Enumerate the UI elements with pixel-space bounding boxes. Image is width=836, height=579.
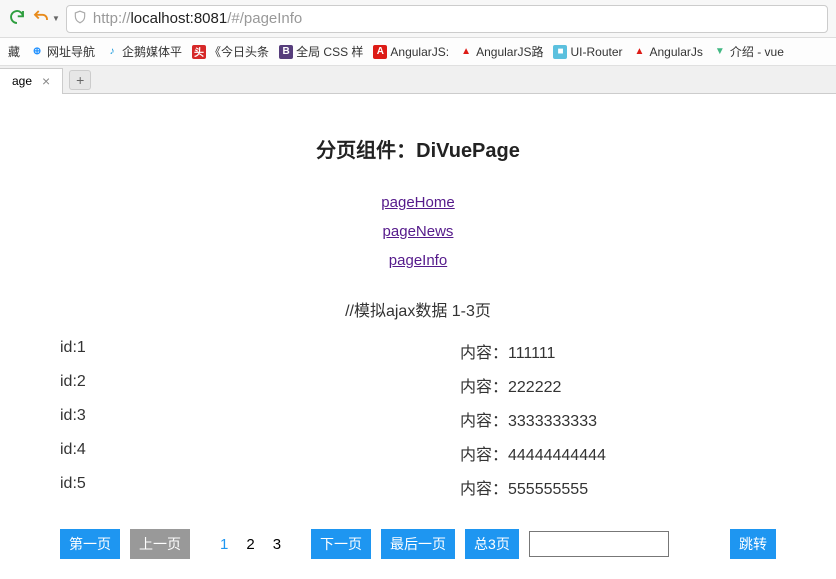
row-content: 内容：222222 xyxy=(460,373,561,397)
angular-icon: A xyxy=(373,45,387,59)
tab-bar: age × + xyxy=(0,66,836,94)
bookmark-item[interactable]: 头《今日头条 xyxy=(192,43,269,60)
data-row: id:3内容：3333333333 xyxy=(60,407,776,431)
browser-tab[interactable]: age × xyxy=(0,68,63,94)
toutiao-icon: 头 xyxy=(192,45,206,59)
bootstrap-icon: B xyxy=(279,45,293,59)
go-button[interactable]: 跳转 xyxy=(730,529,776,559)
data-row: id:5内容：555555555 xyxy=(60,475,776,499)
bookmark-item[interactable]: ▲AngularJS路 xyxy=(459,43,543,60)
row-id: id:5 xyxy=(60,475,460,499)
reload-icon[interactable] xyxy=(8,8,26,29)
uirouter-icon: ■ xyxy=(553,45,567,59)
penguin-icon: ♪ xyxy=(105,45,119,59)
subtitle: //模拟ajax数据 1-3页 xyxy=(60,297,776,321)
bookmark-item[interactable]: ⊕网址导航 xyxy=(30,43,95,60)
vue-icon: ▼ xyxy=(713,45,727,59)
link-pagenews[interactable]: pageNews xyxy=(383,223,454,240)
shield-icon xyxy=(73,10,87,27)
bookmark-item[interactable]: ♪企鹅媒体平 xyxy=(105,43,182,60)
page-number-2[interactable]: 2 xyxy=(246,536,254,553)
angular-icon: ▲ xyxy=(459,45,473,59)
row-id: id:1 xyxy=(60,339,460,363)
page-number-3[interactable]: 3 xyxy=(273,536,281,553)
next-page-button[interactable]: 下一页 xyxy=(311,529,371,559)
browser-toolbar: ▼ http://localhost:8081/#/pageInfo xyxy=(0,0,836,38)
page-content: 分页组件：DiVuePage pageHome pageNews pageInf… xyxy=(0,94,836,559)
data-row: id:1内容：111111 xyxy=(60,339,776,363)
data-row: id:4内容：44444444444 xyxy=(60,441,776,465)
row-content: 内容：111111 xyxy=(460,339,555,363)
bookmark-item[interactable]: 藏 xyxy=(8,43,20,60)
page-input[interactable] xyxy=(529,531,669,557)
bookmark-item[interactable]: ▲AngularJs xyxy=(633,45,703,59)
prev-page-button[interactable]: 上一页 xyxy=(130,529,190,559)
new-tab-button[interactable]: + xyxy=(69,70,91,90)
pagination: 第一页 上一页 1 2 3 下一页 最后一页 总3页 跳转 xyxy=(60,529,776,559)
url-text: http://localhost:8081/#/pageInfo xyxy=(93,10,302,27)
bookmark-bar: 藏 ⊕网址导航 ♪企鹅媒体平 头《今日头条 B全局 CSS 样 AAngular… xyxy=(0,38,836,66)
row-content: 内容：555555555 xyxy=(460,475,588,499)
row-id: id:3 xyxy=(60,407,460,431)
row-content: 内容：3333333333 xyxy=(460,407,597,431)
close-icon[interactable]: × xyxy=(42,73,50,89)
angular-icon: ▲ xyxy=(633,45,647,59)
bookmark-item[interactable]: ▼介绍 - vue xyxy=(713,43,784,60)
last-page-button[interactable]: 最后一页 xyxy=(381,529,455,559)
tab-label: age xyxy=(12,74,32,88)
nav-links: pageHome pageNews pageInfo xyxy=(60,188,776,275)
globe-icon: ⊕ xyxy=(30,45,44,59)
page-number-1[interactable]: 1 xyxy=(220,536,228,553)
undo-icon[interactable] xyxy=(32,8,50,29)
link-pagehome[interactable]: pageHome xyxy=(381,194,454,211)
row-id: id:2 xyxy=(60,373,460,397)
row-id: id:4 xyxy=(60,441,460,465)
bookmark-item[interactable]: AAngularJS: xyxy=(373,45,449,59)
dropdown-icon[interactable]: ▼ xyxy=(52,14,60,23)
page-numbers: 1 2 3 xyxy=(220,536,281,553)
row-content: 内容：44444444444 xyxy=(460,441,606,465)
data-row: id:2内容：222222 xyxy=(60,373,776,397)
bookmark-item[interactable]: ■UI-Router xyxy=(553,45,622,59)
total-pages: 总3页 xyxy=(465,529,519,559)
bookmark-item[interactable]: B全局 CSS 样 xyxy=(279,43,363,60)
link-pageinfo[interactable]: pageInfo xyxy=(389,252,447,269)
address-bar[interactable]: http://localhost:8081/#/pageInfo xyxy=(66,5,828,33)
page-title: 分页组件：DiVuePage xyxy=(60,134,776,163)
first-page-button[interactable]: 第一页 xyxy=(60,529,120,559)
